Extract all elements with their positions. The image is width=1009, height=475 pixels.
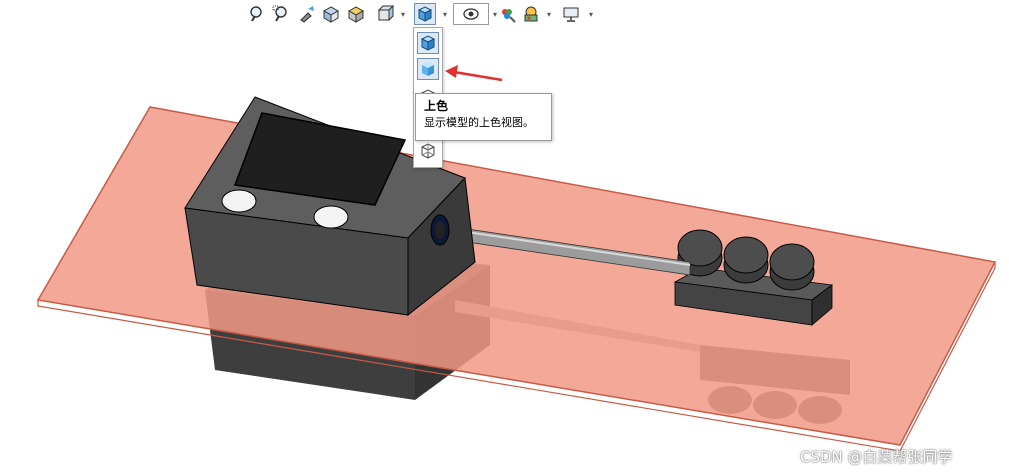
annotation-arrow [445, 65, 503, 82]
view-toolbar: ▾ ▾ ▾ ▾ ▾ [240, 0, 610, 30]
shaded-with-edges-icon[interactable] [417, 32, 439, 54]
chevron-down-icon[interactable]: ▾ [440, 3, 450, 25]
chevron-down-icon[interactable]: ▾ [398, 3, 408, 25]
previous-view-icon[interactable] [296, 3, 318, 25]
edit-appearance-icon[interactable] [496, 3, 518, 25]
zoom-to-area-icon[interactable] [270, 3, 292, 25]
hide-show-items-icon[interactable] [453, 3, 489, 25]
chevron-down-icon[interactable]: ▾ [544, 3, 554, 25]
tooltip: 上色 显示模型的上色视图。 [415, 93, 552, 141]
chevron-down-icon[interactable]: ▾ [586, 3, 596, 25]
view-orientation-icon[interactable] [345, 3, 367, 25]
view-cube-icon[interactable] [374, 3, 396, 25]
zoom-to-fit-icon[interactable] [246, 3, 268, 25]
shaded-icon[interactable] [417, 58, 439, 80]
section-view-icon[interactable] [320, 3, 342, 25]
view-settings-icon[interactable] [560, 3, 582, 25]
tooltip-description: 显示模型的上色视图。 [424, 116, 534, 129]
watermark: CSDN @白菜帮张同学 [800, 448, 953, 466]
transparent-plate[interactable] [36, 106, 997, 452]
wireframe-icon[interactable] [417, 140, 439, 162]
tooltip-title: 上色 [424, 99, 449, 113]
apply-scene-icon[interactable] [520, 3, 542, 25]
display-style-icon[interactable] [414, 3, 436, 25]
